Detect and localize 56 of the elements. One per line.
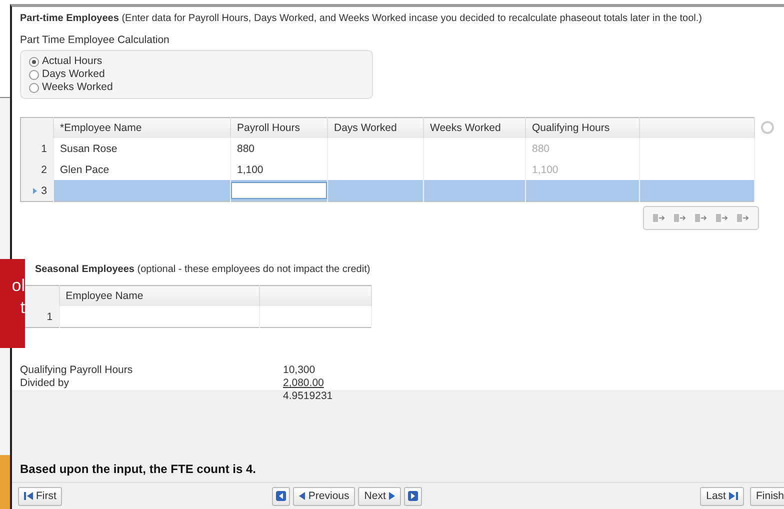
column-header[interactable]: Days Worked [328, 118, 424, 138]
calculation-label: Part Time Employee Calculation [20, 34, 170, 46]
summary-value: 2,080.00 [283, 377, 324, 390]
row-action-icon[interactable] [715, 212, 729, 224]
radio-button[interactable] [29, 56, 39, 66]
radio-option[interactable]: Days Worked [29, 68, 364, 81]
table-row[interactable]: 1 Susan Rose 880 880 [20, 138, 754, 159]
first-button[interactable]: First [18, 486, 62, 506]
row-pointer-icon [33, 188, 38, 194]
column-header[interactable]: *Employee Name [54, 118, 230, 138]
table-cell: 880 [532, 142, 550, 154]
row-action-icon[interactable] [736, 212, 750, 224]
column-header[interactable]: Payroll Hours [230, 118, 328, 138]
table-cell: Glen Pace [60, 164, 110, 176]
back-arrow-button[interactable] [272, 486, 290, 506]
radio-button[interactable] [29, 82, 39, 92]
left-triangle-icon [299, 492, 306, 500]
forward-arrow-button[interactable] [404, 486, 422, 506]
row-action-icon[interactable] [652, 212, 666, 224]
table-cell: Susan Rose [60, 142, 118, 154]
row-action-icon[interactable] [694, 212, 708, 224]
column-header[interactable]: Employee Name [59, 286, 260, 306]
fte-result-text: Based upon the input, the FTE count is 4. [20, 462, 258, 476]
finish-button[interactable]: Finish [750, 486, 784, 506]
row-number: 1 [41, 142, 47, 154]
radio-option[interactable]: Actual Hours [29, 55, 364, 68]
radio-option[interactable]: Weeks Worked [29, 81, 364, 94]
last-button[interactable]: Last [700, 486, 744, 506]
next-button[interactable]: Next [358, 486, 401, 506]
previous-button[interactable]: Previous [293, 486, 356, 506]
circle-icon[interactable] [761, 121, 774, 134]
forward-arrow-icon [408, 491, 418, 501]
table-cell: 1,100 [532, 164, 558, 176]
table-cell: 880 [237, 142, 255, 154]
radio-button[interactable] [29, 70, 39, 80]
callout-text: ol [12, 275, 25, 297]
column-header[interactable]: Qualifying Hours [526, 118, 640, 138]
column-header[interactable]: Weeks Worked [424, 118, 526, 138]
row-action-icon[interactable] [673, 212, 687, 224]
table-row[interactable]: 3 [20, 180, 754, 202]
last-icon [728, 492, 738, 500]
summary-label: Divided by [20, 377, 70, 390]
table-cell: 1,100 [237, 164, 264, 176]
section-heading: Seasonal Employees (optional - these employees do not impact the credit) [34, 264, 372, 276]
input-field[interactable] [231, 182, 327, 199]
row-number: 1 [46, 310, 53, 322]
back-arrow-icon [276, 491, 286, 501]
result-value: 4.9519231 [283, 390, 333, 403]
row-number: 3 [41, 184, 47, 196]
summary-label: Qualifying Payroll Hours [20, 364, 134, 377]
first-icon [24, 492, 33, 500]
callout-text: t [20, 297, 25, 319]
right-triangle-icon [388, 492, 395, 500]
row-number: 2 [41, 164, 47, 176]
summary-value: 10,300 [283, 364, 316, 377]
section-heading: Part-time Employees (Enter data for Payroll Hours, Days Worked, and Weeks Worked incase you decided to recalculate phaseout totals later in the tool.) [20, 13, 704, 25]
